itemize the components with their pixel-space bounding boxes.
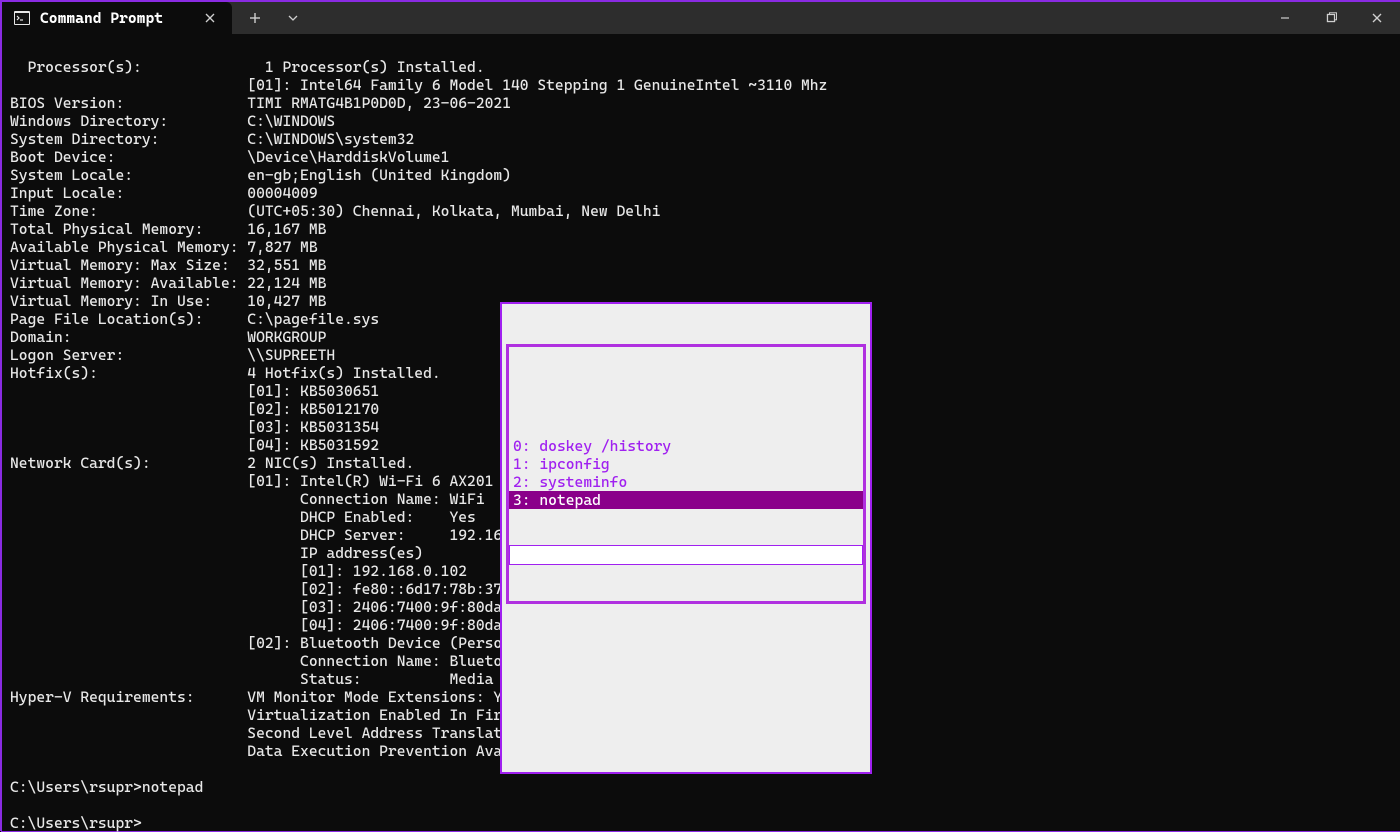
command-history-padding <box>506 640 866 732</box>
command-history-popup: 0: doskey /history1: ipconfig2: systemin… <box>502 304 870 772</box>
titlebar-drag-region[interactable] <box>316 2 1262 34</box>
history-item[interactable]: 0: doskey /history <box>509 437 863 455</box>
tab-command-prompt[interactable]: Command Prompt <box>2 2 232 34</box>
close-window-button[interactable] <box>1354 2 1400 34</box>
history-item[interactable]: 3: notepad <box>509 491 863 509</box>
new-tab-button[interactable] <box>238 2 272 34</box>
history-item[interactable]: 2: systeminfo <box>509 473 863 491</box>
titlebar: Command Prompt <box>2 2 1400 34</box>
tab-menu-button[interactable] <box>276 2 310 34</box>
command-history-input[interactable] <box>510 546 862 564</box>
terminal-viewport[interactable]: Processor(s): 1 Processor(s) Installed. … <box>2 34 1400 832</box>
maximize-button[interactable] <box>1308 2 1354 34</box>
tab-title: Command Prompt <box>40 9 190 27</box>
cmd-icon <box>14 10 30 26</box>
window-controls <box>1262 2 1400 34</box>
command-history-list[interactable]: 0: doskey /history1: ipconfig2: systemin… <box>509 383 863 509</box>
minimize-button[interactable] <box>1262 2 1308 34</box>
tab-close-button[interactable] <box>200 8 220 28</box>
history-item[interactable]: 1: ipconfig <box>509 455 863 473</box>
tabstrip-actions <box>232 2 316 34</box>
